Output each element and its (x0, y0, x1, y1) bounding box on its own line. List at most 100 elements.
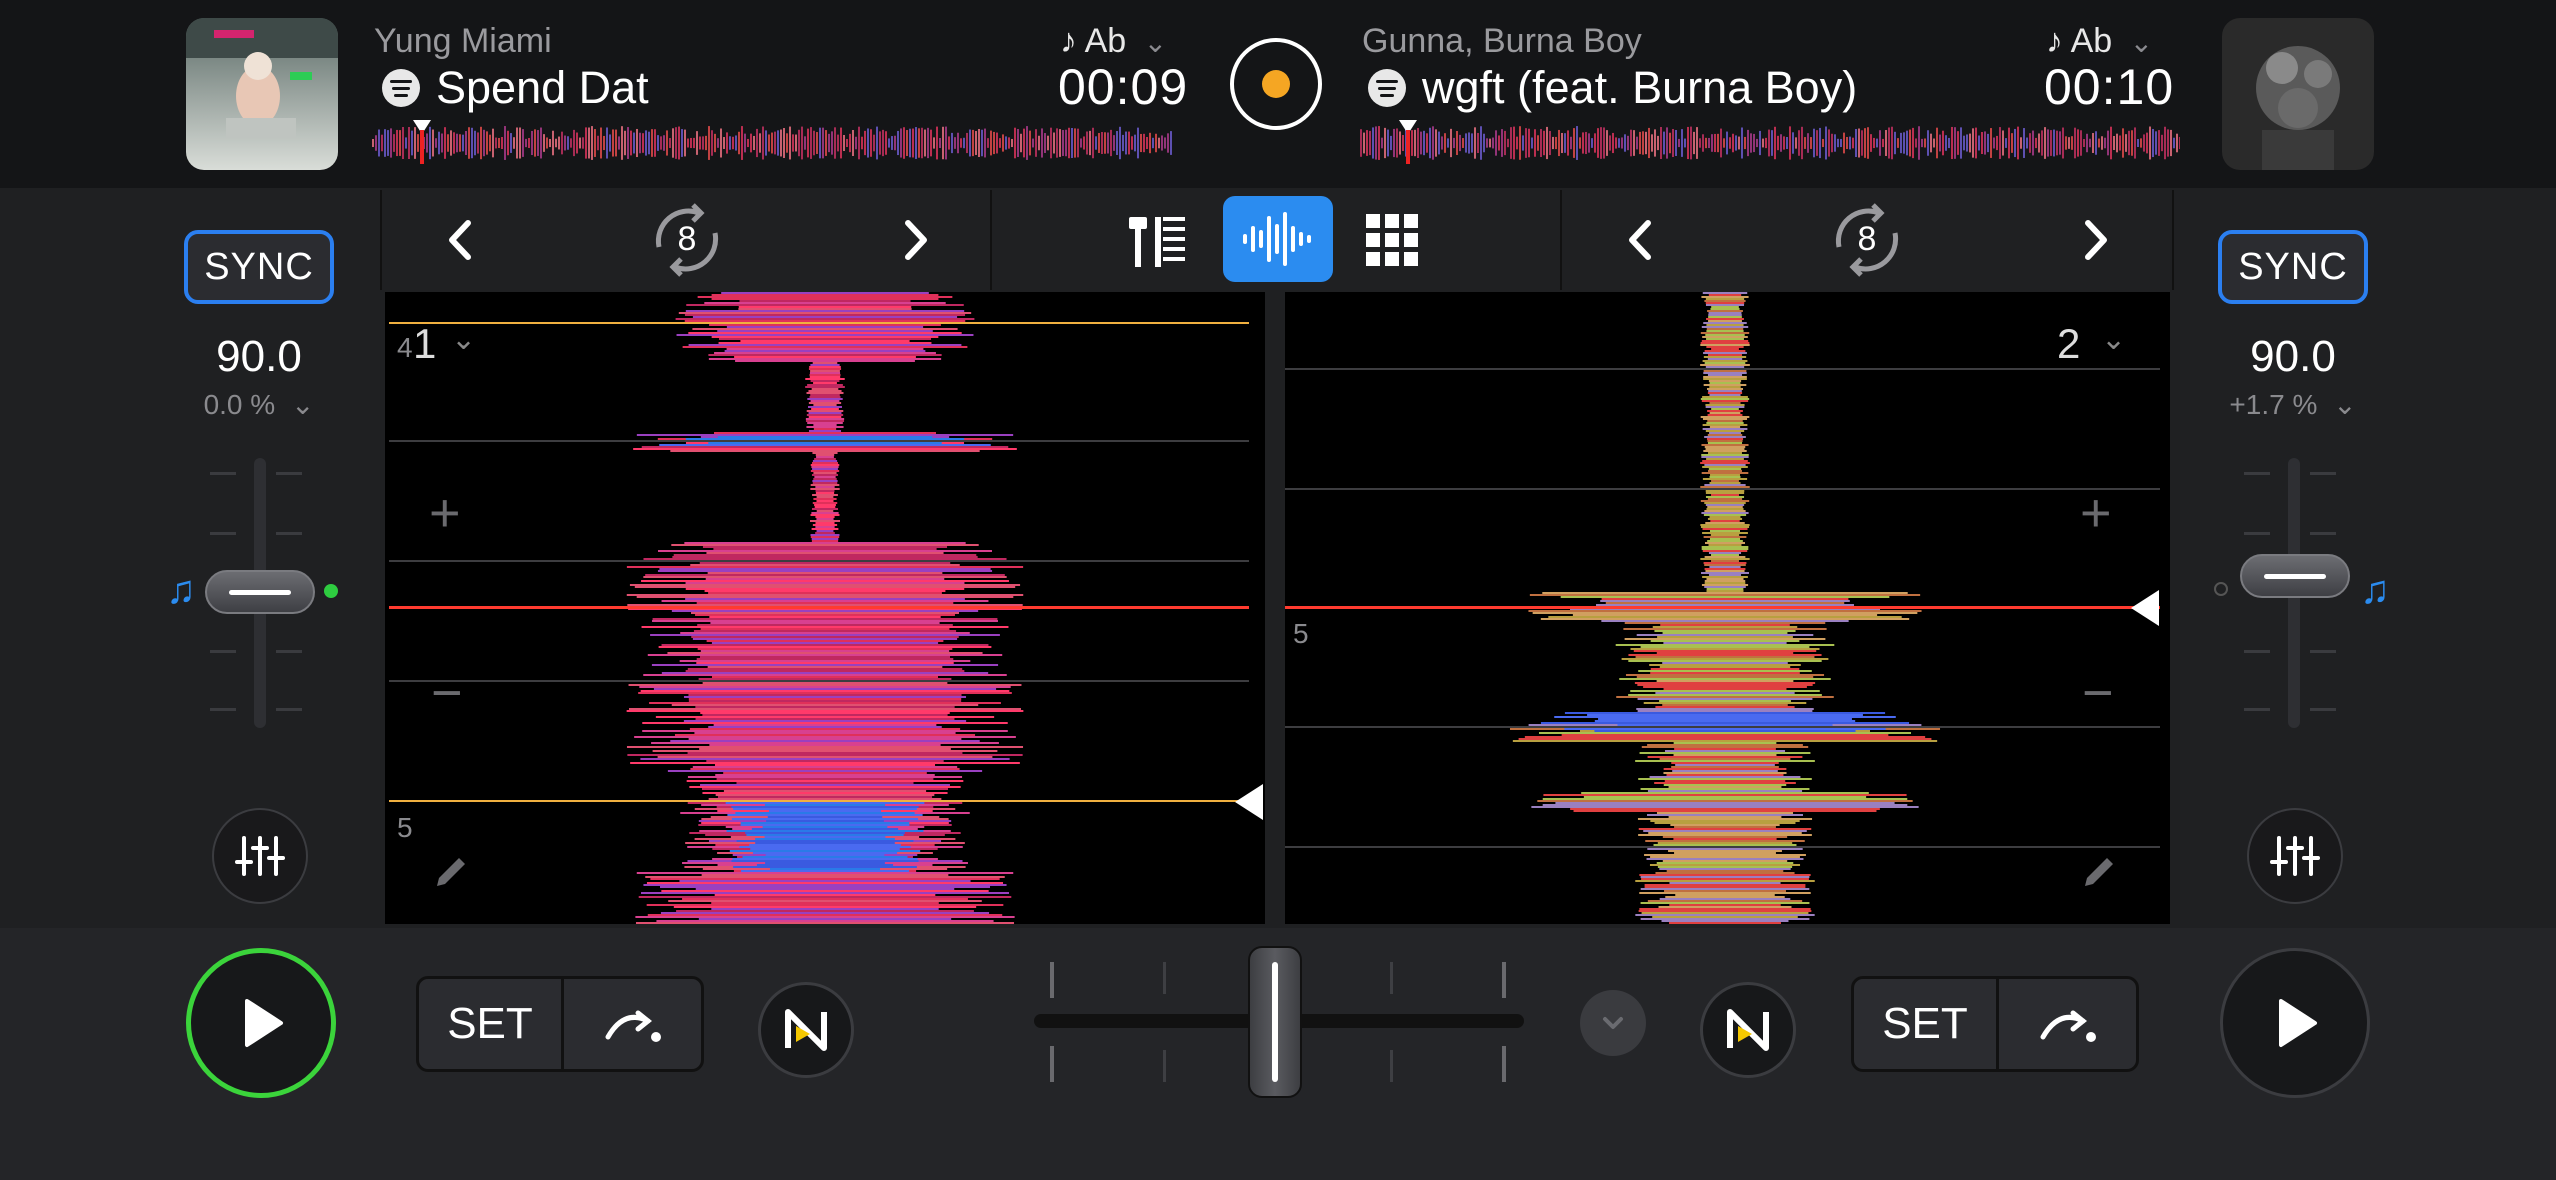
pencil-icon[interactable] (429, 850, 473, 899)
fader-tick (2310, 708, 2336, 711)
deck-a-loop-next-button[interactable] (876, 190, 956, 290)
deck-a-waveform-panel[interactable]: 4 1 ⌄ + − 5 (385, 292, 1265, 924)
deck-b-loop-next-button[interactable] (2056, 190, 2136, 290)
deck-b-tempo-fader-knob[interactable] (2240, 554, 2350, 598)
chevron-left-icon (449, 220, 471, 260)
deck-a-artist: Yung Miami (374, 22, 552, 60)
cue-marker-icon[interactable] (1235, 784, 1263, 820)
crossfader-tick (1502, 1046, 1506, 1082)
beat-grid-line (389, 560, 1249, 562)
pencil-icon[interactable] (2077, 850, 2121, 899)
divider (2172, 190, 2174, 290)
crossfader-tick (1390, 962, 1393, 994)
beat-grid-line (389, 680, 1249, 682)
deck-b-time: 00:10 (2044, 59, 2175, 115)
fader-tick (2244, 708, 2270, 711)
record-button[interactable] (1230, 38, 1322, 130)
sync-status-dot (324, 584, 338, 598)
deck-a-playhead-line (389, 606, 1249, 609)
deck-a-loop-button[interactable]: 8 (632, 190, 742, 290)
zoom-out-button[interactable]: − (2082, 662, 2114, 724)
deck-b-album-art[interactable] (2222, 18, 2374, 170)
waveform-view-button[interactable] (1223, 196, 1333, 282)
deck-a-key[interactable]: ♪ Ab ⌄ (1060, 22, 1167, 61)
fader-tick (276, 472, 302, 475)
mixer-options-button[interactable] (1580, 990, 1646, 1056)
chevron-down-icon: ⌄ (1143, 27, 1168, 58)
crossfader-tick (1390, 1050, 1393, 1082)
deck-a-cue-group: SET (416, 976, 704, 1072)
deck-a-sync-button[interactable]: SYNC (184, 230, 334, 304)
pads-view-button[interactable] (1350, 190, 1434, 290)
crossfader-knob[interactable] (1248, 946, 1302, 1098)
deck-b-eq-button[interactable] (2247, 808, 2343, 904)
deck-a-overview-waveform[interactable] (372, 124, 1172, 162)
deck-a-time: 00:09 (1058, 59, 1189, 115)
fader-tick (2244, 650, 2270, 653)
deck-b-sync-button[interactable]: SYNC (2218, 230, 2368, 304)
beat-grid-line (1285, 726, 2160, 728)
deck-b-pitch[interactable]: +1.7 % ⌄ (2208, 388, 2378, 421)
music-note-icon[interactable]: ♫ (2360, 568, 2390, 613)
deck-a-neural-mix-button[interactable] (758, 982, 854, 1078)
deck-b-key[interactable]: ♪ Ab ⌄ (2046, 22, 2153, 61)
deck-b-title: wgft (feat. Burna Boy) (1422, 62, 1858, 113)
cue-line (389, 322, 1249, 324)
deck-b-loop-button[interactable]: 8 (1812, 190, 1922, 290)
deck-b-playhead-line (1285, 606, 2160, 609)
deck-b-loop-prev-button[interactable] (1600, 190, 1680, 290)
jump-to-cue-icon (605, 1010, 661, 1042)
divider (380, 190, 382, 290)
beat-grid-line (1285, 846, 2160, 848)
mixer-view-button[interactable] (1120, 190, 1204, 290)
deck-a-jump-cue-button[interactable] (564, 979, 701, 1069)
deck-a-eq-button[interactable] (212, 808, 308, 904)
chevron-down-icon: ⌄ (290, 389, 315, 420)
deck-a-beat-counter: 4 (397, 332, 413, 363)
deck-a-bpm: 90.0 (216, 332, 302, 381)
deck-b-neural-mix-button[interactable] (1700, 982, 1796, 1078)
crossfader-tick (1163, 1050, 1166, 1082)
zoom-in-button[interactable]: + (429, 482, 461, 544)
fader-tick (276, 650, 302, 653)
deck-b-number[interactable]: 2 (2057, 320, 2080, 368)
deck-b-title-row: wgft (feat. Burna Boy) (1368, 62, 1857, 114)
jump-to-cue-icon (2040, 1010, 2096, 1042)
waveform-icon (1243, 212, 1311, 266)
grid-icon (1366, 214, 1418, 266)
deck-b-set-cue-button[interactable]: SET (1854, 979, 1999, 1069)
deck-a-pitch[interactable]: 0.0 % ⌄ (174, 388, 344, 421)
deck-a-album-art[interactable] (186, 18, 338, 170)
fader-tick (276, 532, 302, 535)
cue-marker-icon[interactable] (2131, 590, 2159, 626)
deck-b-overview-playhead-line (1406, 130, 1410, 164)
deck-b-pitch-value: +1.7 % (2229, 389, 2318, 420)
deck-b-artist: Gunna, Burna Boy (1362, 22, 1642, 60)
zoom-out-button[interactable]: − (431, 662, 463, 724)
deck-b-play-button[interactable] (2220, 948, 2370, 1098)
zoom-in-button[interactable]: + (2080, 482, 2112, 544)
deck-b-overview-waveform[interactable] (1360, 124, 2180, 162)
fader-tick (2310, 532, 2336, 535)
deck-a-play-button[interactable] (186, 948, 336, 1098)
fader-tick (2244, 472, 2270, 475)
music-note-icon[interactable]: ♫ (166, 568, 196, 613)
crossfader-tick (1163, 962, 1166, 994)
play-icon (2279, 999, 2317, 1047)
chevron-down-icon[interactable]: ⌄ (451, 322, 476, 357)
deck-a-tempo-fader-knob[interactable] (205, 570, 315, 614)
chevron-down-icon: ⌄ (2333, 389, 2357, 420)
deck-b-cue-group: SET (1851, 976, 2139, 1072)
deck-b-jump-cue-button[interactable] (1999, 979, 2136, 1069)
fader-tick (210, 532, 236, 535)
beat-grid-line (1285, 368, 2160, 370)
chevron-right-icon (905, 220, 927, 260)
deck-b-waveform-panel[interactable]: 2 ⌄ + − 5 (1285, 292, 2170, 924)
deck-a-set-cue-button[interactable]: SET (419, 979, 564, 1069)
chevron-down-icon[interactable]: ⌄ (2101, 322, 2126, 357)
crossfader-tick (1502, 962, 1506, 998)
deck-b-bpm: 90.0 (2250, 332, 2336, 381)
deck-a-loop-prev-button[interactable] (420, 190, 500, 290)
record-dot-icon (1262, 70, 1290, 98)
deck-a-number[interactable]: 1 (413, 320, 436, 368)
